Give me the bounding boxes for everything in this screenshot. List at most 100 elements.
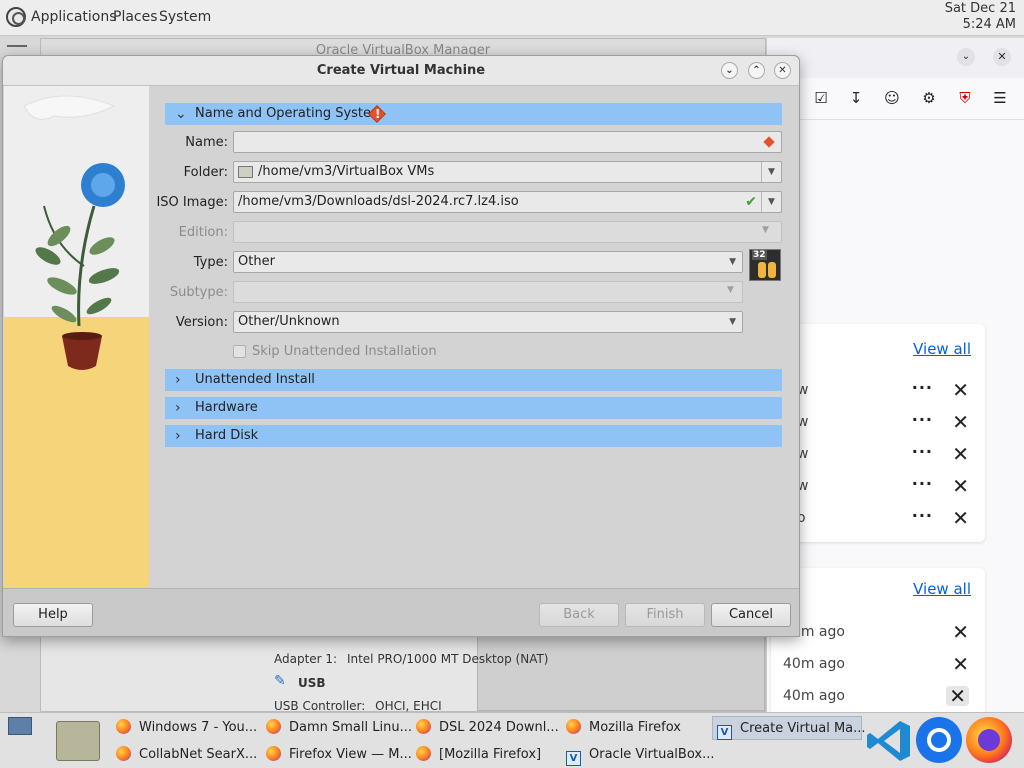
iso-label: ISO Image:	[156, 195, 228, 210]
section-label: Hard Disk	[195, 428, 259, 443]
virtualbox-icon: V	[717, 725, 732, 740]
version-value: Other/Unknown	[238, 314, 340, 329]
usb-icon: ✎	[274, 673, 286, 689]
firefox-window: ⌄ ✕ ☑ ↧ ☺ ⚙ ⛨ ☰ View all w ··· ✕ w ··· ✕…	[766, 38, 1024, 718]
edition-select[interactable]	[233, 221, 782, 243]
skip-unattended-label[interactable]: Skip Unattended Installation	[252, 344, 437, 359]
close-icon[interactable]: ✕	[952, 412, 969, 432]
view-all-link[interactable]: View all	[913, 340, 971, 358]
list-item[interactable]: 40m ago	[783, 688, 845, 704]
close-icon[interactable]: ✕	[952, 476, 969, 496]
show-desktop-icon[interactable]	[8, 717, 32, 735]
close-icon[interactable]: ✕	[774, 62, 791, 79]
download-icon[interactable]: ↧	[848, 90, 864, 106]
task-searx[interactable]: CollabNet SearX...	[116, 743, 257, 767]
close-icon[interactable]: ✕	[952, 444, 969, 464]
type-select[interactable]: Other ▼	[233, 251, 743, 273]
iso-select[interactable]: /home/vm3/Downloads/dsl-2024.rc7.lz4.iso…	[233, 191, 782, 213]
folder-icon	[238, 166, 253, 178]
vscode-icon[interactable]	[866, 719, 912, 763]
close-icon[interactable]: ✕	[993, 48, 1011, 66]
clock[interactable]: Sat Dec 21 5:24 AM	[945, 1, 1016, 33]
task-virtualbox-manager[interactable]: V Oracle VirtualBox...	[566, 743, 714, 767]
section-label: Hardware	[195, 400, 258, 415]
distro-logo-icon[interactable]	[6, 7, 26, 27]
os-type-icon: 32	[749, 249, 781, 281]
subtype-select[interactable]	[233, 281, 743, 303]
ublock-icon[interactable]: ⛨	[957, 90, 973, 106]
folder-value: /home/vm3/VirtualBox VMs	[258, 164, 435, 179]
folder-select[interactable]: /home/vm3/VirtualBox VMs ▼	[233, 161, 782, 183]
chevron-up-icon[interactable]: ⌃	[748, 62, 765, 79]
task-windows7[interactable]: Windows 7 - You...	[116, 716, 257, 740]
card-recent-2: View all 40m ago ✕ 40m ago ✕ 40m ago ✕	[771, 568, 985, 718]
section-unattended[interactable]: › Unattended Install	[165, 369, 782, 391]
close-icon[interactable]: ✕	[946, 686, 969, 706]
pocket-icon[interactable]: ☑	[813, 90, 829, 106]
menu-system[interactable]: System	[159, 9, 211, 25]
back-button[interactable]: Back	[539, 603, 619, 627]
dropdown-arrow-icon: ▼	[762, 225, 769, 235]
usb-controller-value: OHCI, EHCI	[375, 699, 442, 713]
firefox-icon	[116, 746, 131, 761]
clock-date: Sat Dec 21	[944, 1, 1016, 16]
dropdown-arrow-icon: ▼	[729, 257, 736, 267]
dropdown-arrow-icon: ▼	[729, 317, 736, 327]
account-icon[interactable]: ☺	[884, 90, 900, 106]
cancel-button[interactable]: Cancel	[711, 603, 791, 627]
section-label: Name and Operating System	[195, 106, 384, 121]
chromium-icon[interactable]	[916, 717, 962, 763]
more-icon[interactable]: ···	[912, 410, 933, 429]
extensions-icon[interactable]: ⚙	[921, 90, 937, 106]
clock-time: 5:24 AM	[962, 17, 1016, 32]
task-mozilla-firefox-min[interactable]: [Mozilla Firefox]	[416, 743, 541, 767]
task-firefox-view[interactable]: Firefox View — M...	[266, 743, 412, 767]
section-hardware[interactable]: › Hardware	[165, 397, 782, 419]
task-label: DSL 2024 Downl...	[439, 720, 559, 735]
help-button[interactable]: Help	[13, 603, 93, 627]
menu-places[interactable]: Places	[113, 9, 158, 25]
list-item[interactable]: 40m ago	[783, 656, 845, 672]
section-hard-disk[interactable]: › Hard Disk	[165, 425, 782, 447]
more-icon[interactable]: ···	[912, 474, 933, 493]
more-icon[interactable]: ···	[912, 506, 933, 525]
close-icon[interactable]: ✕	[952, 654, 969, 674]
task-label: CollabNet SearX...	[139, 747, 258, 762]
type-label: Type:	[193, 255, 228, 270]
taskbar: Windows 7 - You... Damn Small Linu... DS…	[0, 712, 1024, 768]
section-name-os[interactable]: ⌄ Name and Operating System !	[165, 103, 782, 125]
close-icon[interactable]: ✕	[952, 508, 969, 528]
version-select[interactable]: Other/Unknown ▼	[233, 311, 743, 333]
menu-icon[interactable]: ☰	[992, 90, 1008, 106]
firefox-icon	[266, 746, 281, 761]
name-input[interactable]	[233, 131, 782, 153]
skip-unattended-checkbox[interactable]	[233, 345, 246, 358]
usb-controller-label: USB Controller:	[274, 699, 366, 713]
dialog-titlebar[interactable]: Create Virtual Machine ⌄ ⌃ ✕	[3, 56, 799, 86]
view-all-link[interactable]: View all	[913, 580, 971, 598]
menu-applications[interactable]: Applications	[31, 9, 117, 25]
create-vm-dialog: Create Virtual Machine ⌄ ⌃ ✕ ⌄ Name and …	[2, 55, 800, 637]
chevron-down-icon: ⌄	[175, 106, 187, 122]
file-manager-icon[interactable]	[56, 721, 100, 761]
dropdown-arrow-icon[interactable]: ▼	[761, 192, 781, 212]
more-icon[interactable]: ···	[912, 378, 933, 397]
chevron-down-icon[interactable]: ⌄	[721, 62, 738, 79]
chevron-down-icon[interactable]: ⌄	[957, 48, 975, 66]
task-dsl-download[interactable]: DSL 2024 Downl...	[416, 716, 559, 740]
adapter-row: Adapter 1: Intel PRO/1000 MT Desktop (NA…	[274, 652, 548, 666]
task-create-vm[interactable]: V Create Virtual Ma...	[712, 716, 866, 740]
close-icon[interactable]: ✕	[952, 622, 969, 642]
iso-value: /home/vm3/Downloads/dsl-2024.rc7.lz4.iso	[238, 194, 519, 209]
top-panel: Applications Places System Sat Dec 21 5:…	[0, 0, 1024, 36]
finish-button[interactable]: Finish	[625, 603, 705, 627]
task-mozilla-firefox[interactable]: Mozilla Firefox	[566, 716, 681, 740]
close-icon[interactable]: ✕	[952, 380, 969, 400]
task-dsl[interactable]: Damn Small Linu...	[266, 716, 412, 740]
firefox-icon	[116, 719, 131, 734]
more-icon[interactable]: ···	[912, 442, 933, 461]
subtype-label: Subtype:	[169, 285, 228, 300]
firefox-icon	[416, 746, 431, 761]
dropdown-arrow-icon[interactable]: ▼	[761, 162, 781, 182]
firefox-launcher-icon[interactable]	[966, 717, 1012, 763]
